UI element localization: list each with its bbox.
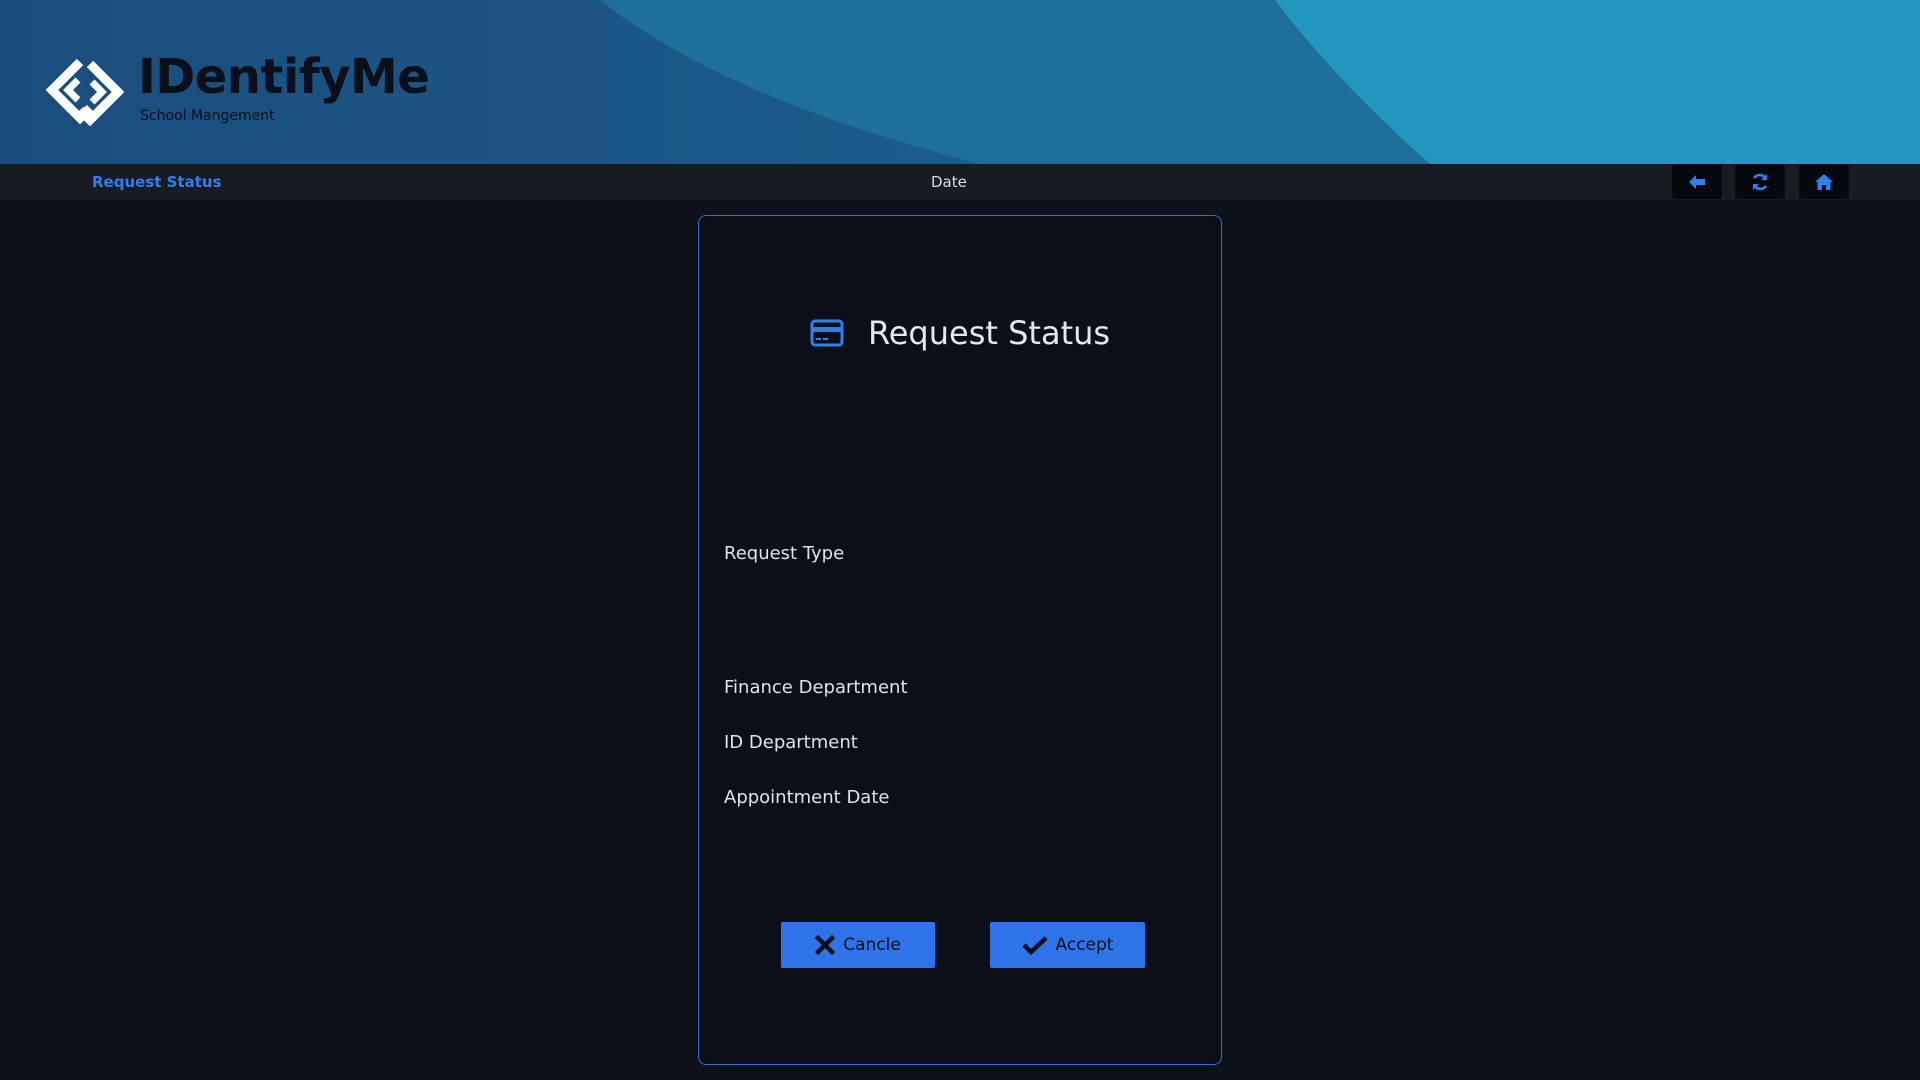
close-icon — [815, 935, 836, 955]
app-header: IDentifyMe School Mangement — [0, 0, 1920, 164]
appointment-date-label: Appointment Date — [724, 787, 890, 808]
id-department-label: ID Department — [724, 732, 858, 753]
logo-icon — [46, 58, 124, 126]
card-title: Request Status — [867, 314, 1111, 352]
refresh-button[interactable] — [1735, 164, 1785, 199]
back-button[interactable] — [1672, 164, 1722, 199]
home-button[interactable] — [1799, 164, 1849, 199]
arrow-left-icon — [1689, 174, 1705, 189]
navbar: Request Status Date — [0, 164, 1920, 200]
cancel-button[interactable]: Cancle — [781, 922, 935, 968]
card-header: Request Status — [699, 314, 1221, 352]
finance-department-label: Finance Department — [724, 677, 908, 698]
request-status-card: Request Status Request Type Finance Depa… — [698, 215, 1222, 1065]
credit-card-icon — [810, 319, 844, 347]
accept-button-label: Accept — [1055, 935, 1114, 955]
date-label: Date — [931, 173, 967, 191]
checkmark-icon — [1021, 936, 1048, 955]
brand-subtitle: School Mangement — [140, 108, 275, 124]
brand: IDentifyMe School Mangement — [46, 49, 430, 126]
cancel-button-label: Cancle — [843, 935, 901, 955]
brand-title: IDentifyMe — [138, 49, 430, 105]
home-icon — [1815, 173, 1833, 190]
page-title: Request Status — [92, 173, 222, 191]
refresh-icon — [1752, 173, 1768, 190]
accept-button[interactable]: Accept — [990, 922, 1145, 968]
request-type-label: Request Type — [724, 543, 845, 564]
